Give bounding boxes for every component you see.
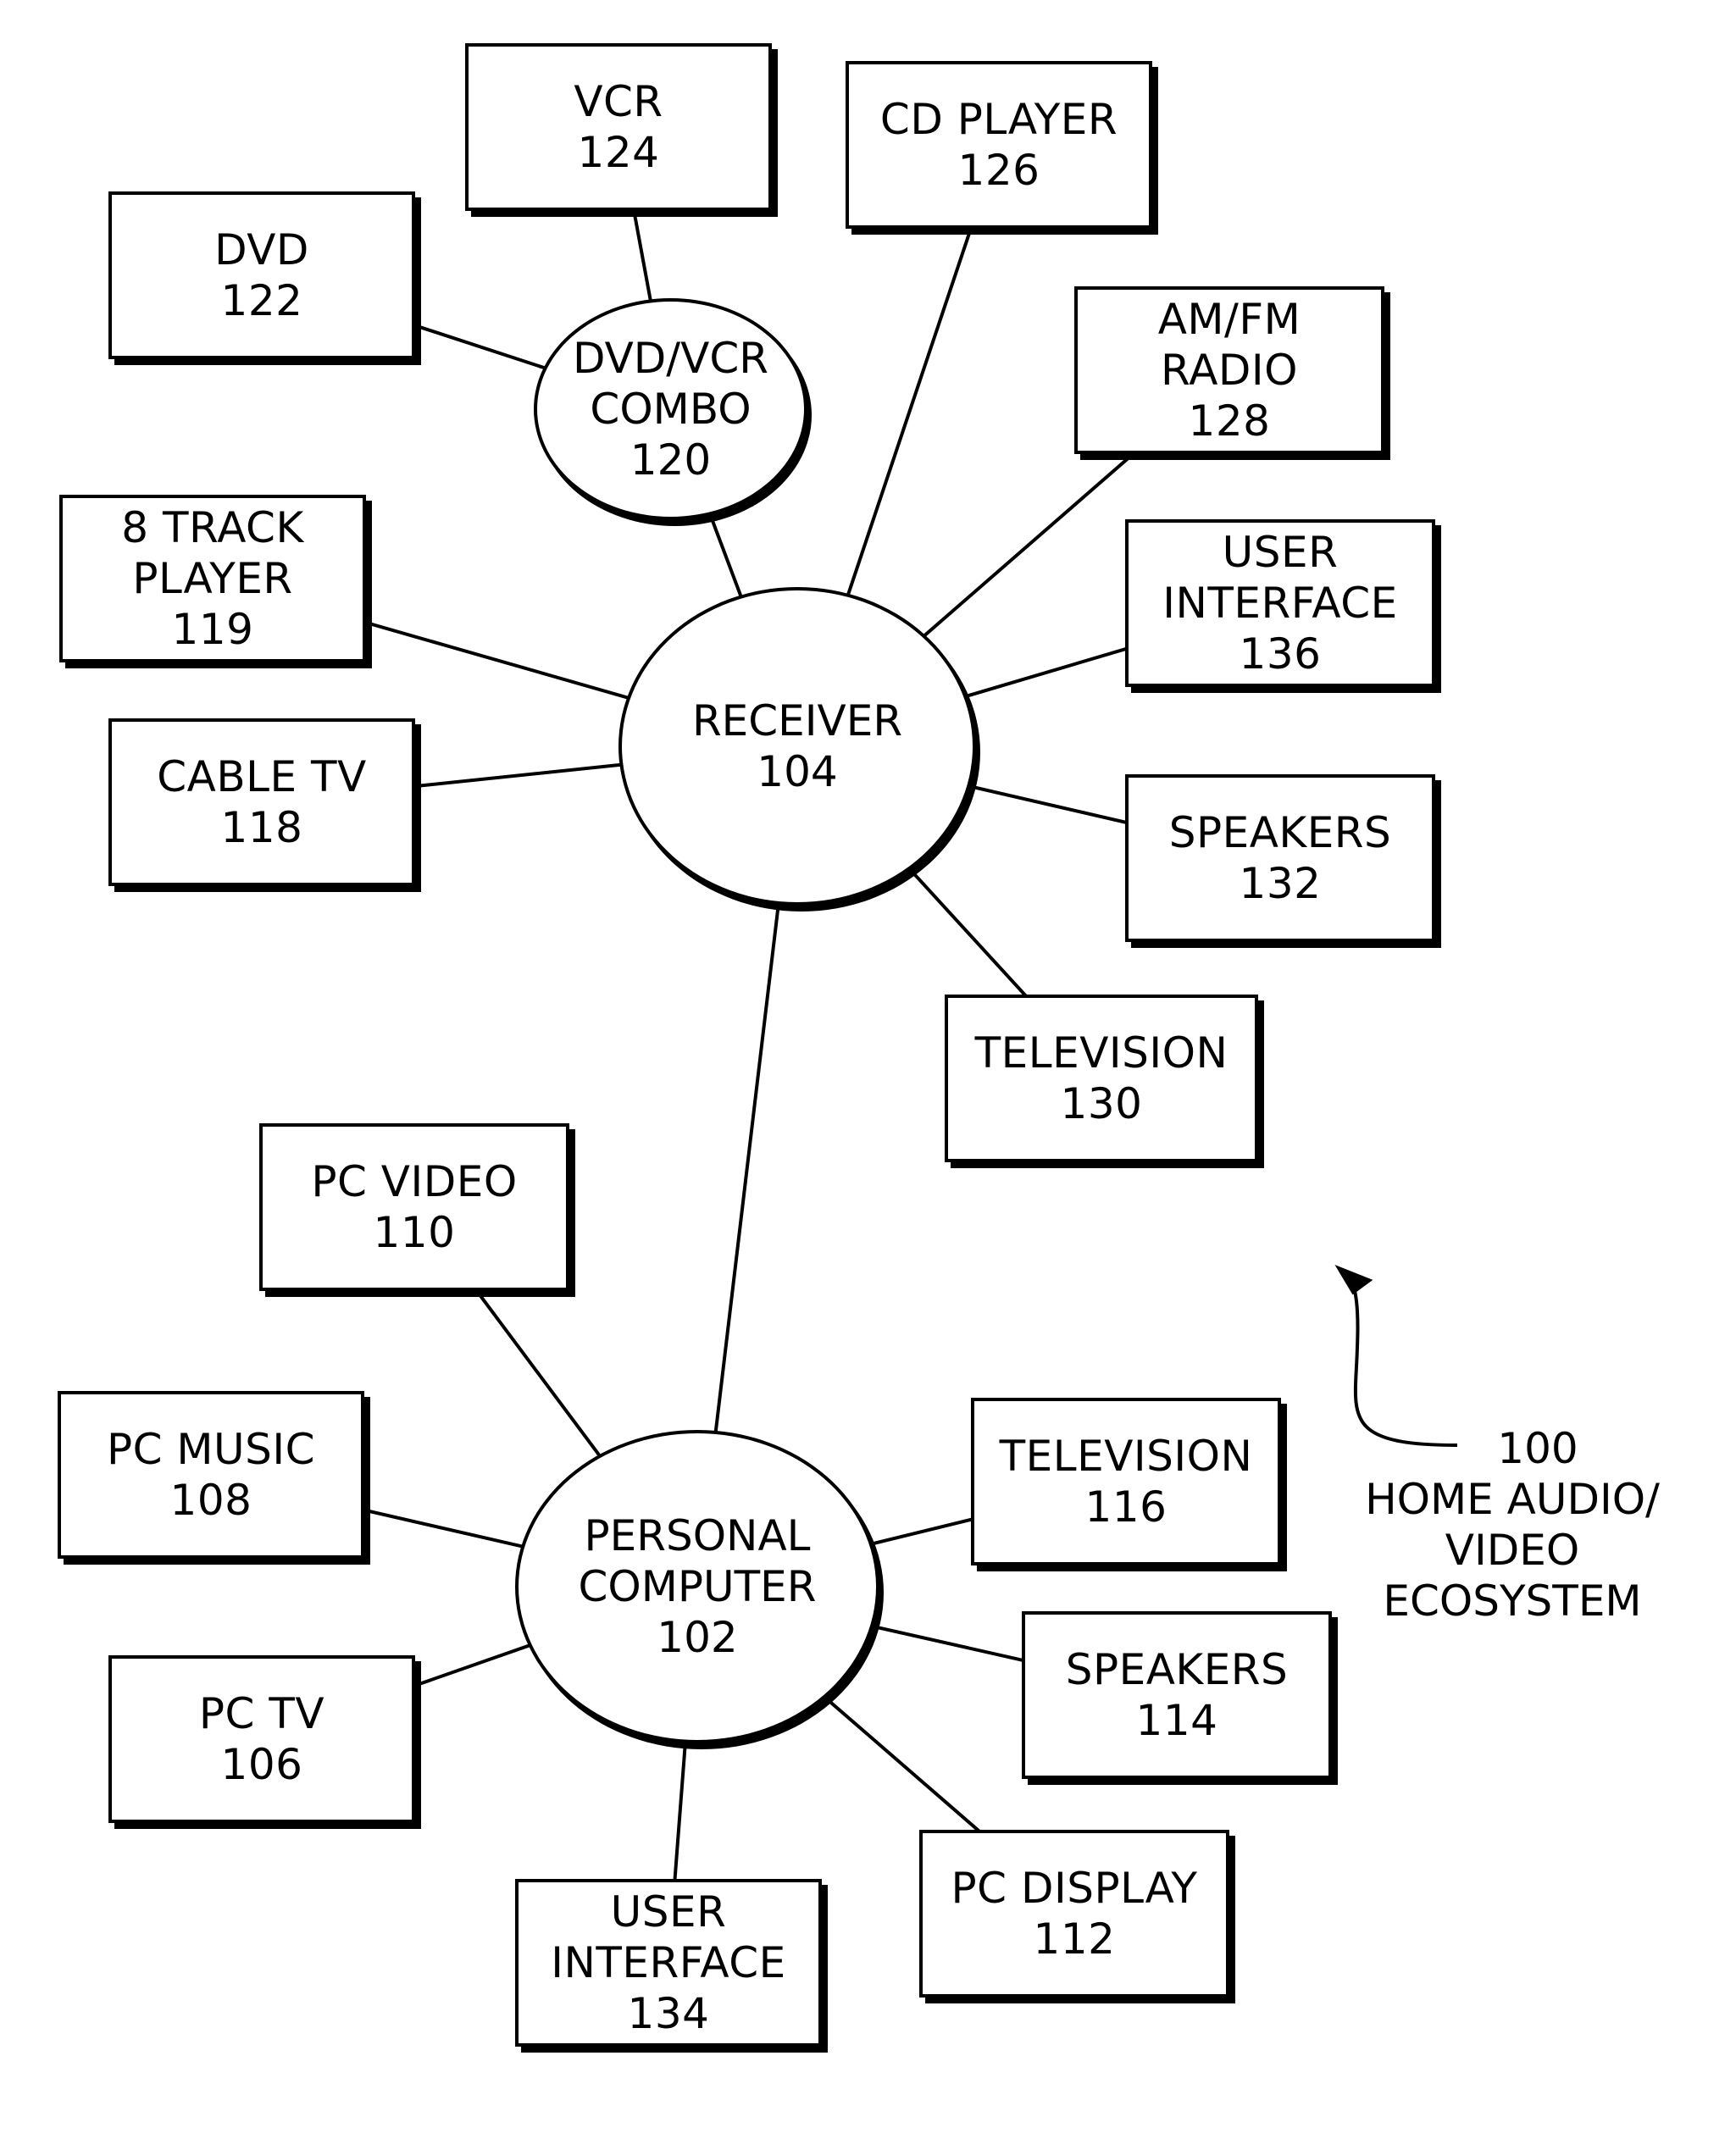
node-label-line: 118 — [220, 803, 303, 852]
node-label-line: 132 — [1239, 859, 1322, 908]
node-label-line: CD PLAYER — [879, 95, 1118, 144]
node-label-line: 106 — [220, 1740, 303, 1789]
figure-caption: 100 HOME AUDIO/ VIDEO ECOSYSTEM — [1343, 1423, 1682, 1626]
node-label-line: 108 — [169, 1476, 252, 1525]
node-label-line: 122 — [220, 276, 303, 325]
node-label-line: RADIO — [1160, 346, 1299, 395]
user-interface-136-box: USER INTERFACE 136 — [1125, 519, 1435, 687]
personal-computer-node: PERSONAL COMPUTER 102 — [515, 1430, 879, 1743]
caption-line: VIDEO — [1445, 1526, 1580, 1575]
node-label-line: COMPUTER — [578, 1562, 817, 1611]
caption-line: HOME AUDIO/ — [1365, 1475, 1660, 1524]
node-label-line: PC TV — [198, 1689, 325, 1738]
node-label-line: PC DISPLAY — [951, 1864, 1198, 1913]
node-label-line: PLAYER — [132, 554, 293, 603]
node-label-line: 116 — [1084, 1482, 1168, 1532]
node-label-line: 102 — [657, 1613, 738, 1662]
pc-tv-box: PC TV 106 — [108, 1655, 415, 1823]
eight-track-player-box: 8 TRACK PLAYER 119 — [59, 495, 366, 662]
cable-tv-box: CABLE TV 118 — [108, 718, 415, 886]
node-label-line: TELEVISION — [974, 1028, 1229, 1078]
television-130-box: TELEVISION 130 — [945, 995, 1258, 1162]
node-label-line: USER — [610, 1887, 727, 1937]
node-label-line: 104 — [757, 747, 838, 796]
node-label-line: SPEAKERS — [1065, 1645, 1289, 1694]
node-label-line: 119 — [171, 605, 254, 654]
node-label-line: INTERFACE — [551, 1938, 786, 1987]
caption-line: ECOSYSTEM — [1383, 1576, 1642, 1626]
pc-music-box: PC MUSIC 108 — [58, 1391, 364, 1559]
node-label-line: 130 — [1060, 1079, 1143, 1128]
node-label-line: 112 — [1033, 1914, 1116, 1964]
node-label-line: USER — [1222, 528, 1339, 577]
node-label-line: 110 — [373, 1208, 456, 1257]
pc-display-box: PC DISPLAY 112 — [919, 1830, 1229, 1998]
am-fm-radio-box: AM/FM RADIO 128 — [1074, 286, 1384, 454]
node-label-line: SPEAKERS — [1168, 808, 1392, 857]
node-label-line: 114 — [1135, 1696, 1218, 1745]
node-label-line: RECEIVER — [691, 696, 903, 745]
node-label-line: 120 — [630, 435, 712, 485]
node-label-line: PERSONAL — [584, 1511, 811, 1560]
television-116-box: TELEVISION 116 — [971, 1398, 1281, 1565]
node-label-line: COMBO — [590, 385, 752, 434]
node-label-line: INTERFACE — [1162, 579, 1398, 628]
node-label-line: DVD — [214, 225, 309, 274]
node-label-line: TELEVISION — [999, 1432, 1253, 1481]
pc-video-box: PC VIDEO 110 — [259, 1123, 569, 1291]
node-label-line: AM/FM — [1157, 295, 1301, 344]
vcr-box: VCR 124 — [465, 43, 772, 211]
node-label-line: 136 — [1239, 629, 1322, 679]
ecosystem-diagram: RECEIVER 104 PERSONAL COMPUTER 102 DVD/VCR C… — [0, 0, 1736, 2150]
dvd-vcr-combo-node: DVD/VCR COMBO 120 — [534, 298, 807, 520]
speakers-114-box: SPEAKERS 114 — [1022, 1611, 1332, 1779]
node-label-line: VCR — [574, 77, 663, 126]
cd-player-box: CD PLAYER 126 — [846, 61, 1152, 229]
node-label-line: PC VIDEO — [311, 1157, 518, 1206]
node-label-line: CABLE TV — [157, 752, 367, 801]
node-label-line: DVD/VCR — [572, 334, 769, 383]
node-label-line: 8 TRACK — [121, 503, 304, 552]
speakers-132-box: SPEAKERS 132 — [1125, 774, 1435, 942]
node-label-line: 124 — [577, 128, 660, 177]
node-label-line: PC MUSIC — [106, 1425, 316, 1474]
user-interface-134-box: USER INTERFACE 134 — [515, 1879, 822, 2047]
dvd-box: DVD 122 — [108, 191, 415, 359]
node-label-line: 126 — [957, 146, 1040, 195]
node-label-line: 128 — [1188, 396, 1271, 446]
node-label-line: 134 — [627, 1989, 710, 2038]
receiver-node: RECEIVER 104 — [618, 587, 976, 906]
figure-reference-number: 100 — [1497, 1424, 1578, 1473]
